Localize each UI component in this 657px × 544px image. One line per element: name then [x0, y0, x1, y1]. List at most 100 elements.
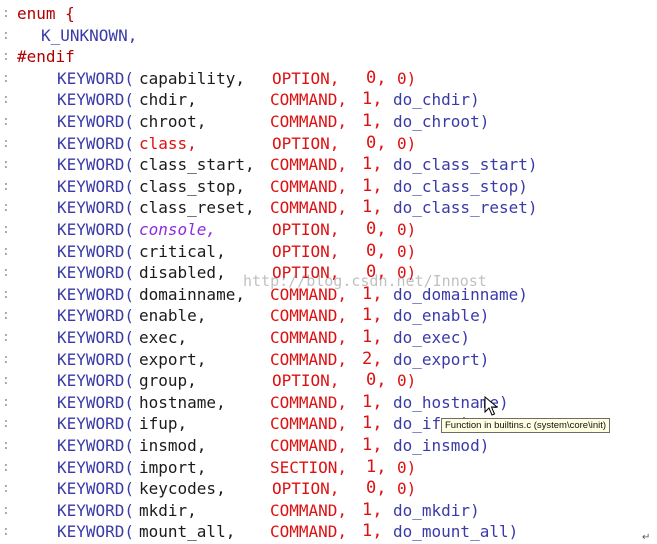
code-editor[interactable]: : enum {: K_UNKNOWN,: #endif: KEYWORD(capabi…: [0, 0, 657, 544]
keyword-handler: do_mount_all): [393, 522, 519, 542]
keyword-type: OPTION,: [272, 371, 340, 391]
keyword-name: exec,: [139, 328, 188, 347]
gutter-marker: :: [2, 222, 10, 237]
keyword-macro: KEYWORD(: [57, 176, 135, 196]
keyword-name: ifup,: [139, 414, 188, 434]
keyword-arg-count: 1,: [362, 305, 383, 326]
keyword-handler: do_insmod): [393, 436, 490, 455]
keyword-macro: KEYWORD(: [57, 241, 135, 261]
preprocessor-directive: #endif: [17, 47, 75, 67]
enum-member: K_UNKNOWN,: [41, 25, 138, 45]
gutter-marker: :: [2, 330, 10, 345]
gutter-marker: :: [2, 351, 10, 367]
keyword-handler: do_chroot): [393, 112, 490, 131]
gutter-marker: :: [2, 416, 10, 432]
keyword-macro: KEYWORD(: [57, 306, 135, 326]
keyword-type: COMMAND,: [270, 500, 348, 520]
keyword-type: COMMAND,: [270, 155, 348, 175]
gutter-marker: :: [2, 200, 10, 216]
keyword-handler: 0): [397, 68, 417, 88]
keyword-arg-count: 0,: [366, 262, 387, 283]
keyword-type: COMMAND,: [270, 414, 348, 434]
keyword-name: domainname,: [139, 284, 245, 304]
keyword-row: : KEYWORD(hostname, COMMAND, 1, do_hostname): [0, 392, 657, 414]
keyword-name: disabled,: [139, 263, 226, 283]
gutter-marker: :: [2, 49, 10, 65]
keyword-handler: 0): [397, 241, 417, 261]
gutter-marker: :: [2, 243, 10, 259]
keyword-row: : KEYWORD(domainname, COMMAND, 1, do_domainn…: [0, 284, 657, 306]
keyword-macro: KEYWORD(: [57, 155, 135, 175]
gutter-marker: :: [2, 524, 10, 540]
keyword-handler: do_enable): [393, 306, 490, 326]
gutter-marker: :: [2, 135, 10, 151]
keyword-row: : KEYWORD(mkdir, COMMAND, 1, do_mkdir): [0, 500, 657, 522]
keyword-macro: KEYWORD(: [57, 198, 135, 218]
keyword-name: class_reset,: [139, 198, 255, 218]
keyword-arg-count: 1,: [362, 435, 383, 455]
keyword-handler: do_class_start): [393, 155, 538, 175]
keyword-type: OPTION,: [272, 263, 340, 283]
keyword-name: import,: [139, 457, 207, 477]
keyword-row: : KEYWORD(enable, COMMAND, 1, do_enable): [0, 305, 657, 327]
keyword-type: COMMAND,: [270, 349, 348, 369]
keyword-row: : KEYWORD(critical, OPTION, 0, 0): [0, 241, 657, 263]
code-line: : K_UNKNOWN,: [0, 25, 657, 47]
keyword-arg-count: 0,: [366, 240, 387, 261]
keyword-macro: KEYWORD(: [57, 479, 135, 499]
code-text: #endif: [17, 46, 75, 68]
keyword-type: COMMAND,: [270, 306, 348, 326]
gutter-marker: :: [2, 308, 10, 324]
keyword-type: COMMAND,: [270, 328, 348, 347]
gutter-marker: :: [2, 114, 10, 129]
keyword-macro: KEYWORD(: [57, 457, 135, 477]
keyword-macro: KEYWORD(: [57, 392, 135, 412]
keyword-arg-count: 1,: [362, 111, 383, 131]
keyword-arg-count: 0,: [366, 219, 387, 239]
keyword-macro: KEYWORD(: [57, 68, 135, 88]
keyword-handler: 0): [397, 479, 417, 499]
gutter-marker: :: [2, 6, 10, 21]
keyword-handler: do_domainname): [393, 284, 528, 304]
keyword-type: COMMAND,: [270, 392, 348, 412]
keyword-arg-count: 1,: [362, 391, 383, 412]
keyword-arg-count: 1,: [362, 89, 383, 110]
keyword-type: OPTION,: [272, 479, 340, 499]
enum-declaration: enum {: [17, 4, 75, 23]
keyword-row: : KEYWORD(chroot, COMMAND, 1, do_chroot): [0, 111, 657, 133]
keyword-row: : KEYWORD(class, OPTION, 0, 0): [0, 133, 657, 155]
keyword-macro: KEYWORD(: [57, 349, 135, 369]
keyword-row: : KEYWORD(exec, COMMAND, 1, do_exec): [0, 327, 657, 349]
keyword-row: : KEYWORD(group, OPTION, 0, 0): [0, 370, 657, 392]
code-line: : #endif: [0, 46, 657, 68]
keyword-name: chroot,: [139, 112, 207, 131]
keyword-macro: KEYWORD(: [57, 284, 135, 304]
keyword-arg-count: 1,: [362, 413, 383, 434]
code-text: K_UNKNOWN,: [17, 25, 137, 47]
keyword-type: OPTION,: [272, 68, 340, 88]
gutter-marker: :: [2, 70, 10, 86]
gutter-marker: :: [2, 438, 10, 453]
keyword-type: OPTION,: [272, 133, 340, 153]
keyword-row: : KEYWORD(console, OPTION, 0, 0): [0, 219, 657, 241]
keyword-handler: 0): [397, 371, 417, 391]
keyword-macro: KEYWORD(: [57, 90, 135, 110]
keyword-macro: KEYWORD(: [57, 436, 135, 455]
keyword-arg-count: 0,: [366, 478, 387, 499]
gutter-marker: :: [2, 178, 10, 194]
keyword-row: : KEYWORD(insmod, COMMAND, 1, do_insmod): [0, 435, 657, 457]
keyword-handler: 0): [397, 457, 417, 477]
keyword-type: COMMAND,: [270, 522, 348, 542]
gutter-marker: :: [2, 502, 10, 518]
code-text: enum {: [17, 3, 75, 25]
keyword-macro: KEYWORD(: [57, 371, 135, 391]
keyword-name: enable,: [139, 306, 207, 326]
keyword-row: : KEYWORD(class_stop, COMMAND, 1, do_class_s…: [0, 176, 657, 198]
keyword-row: : KEYWORD(import, SECTION, 1, 0): [0, 457, 657, 479]
keyword-handler: 0): [397, 263, 417, 283]
keyword-name: hostname,: [139, 392, 226, 412]
gutter-marker: :: [2, 27, 10, 43]
keyword-name: keycodes,: [139, 479, 226, 499]
keyword-row: : KEYWORD(mount_all, COMMAND, 1, do_mount_al…: [0, 521, 657, 543]
keyword-name: insmod,: [139, 436, 207, 455]
